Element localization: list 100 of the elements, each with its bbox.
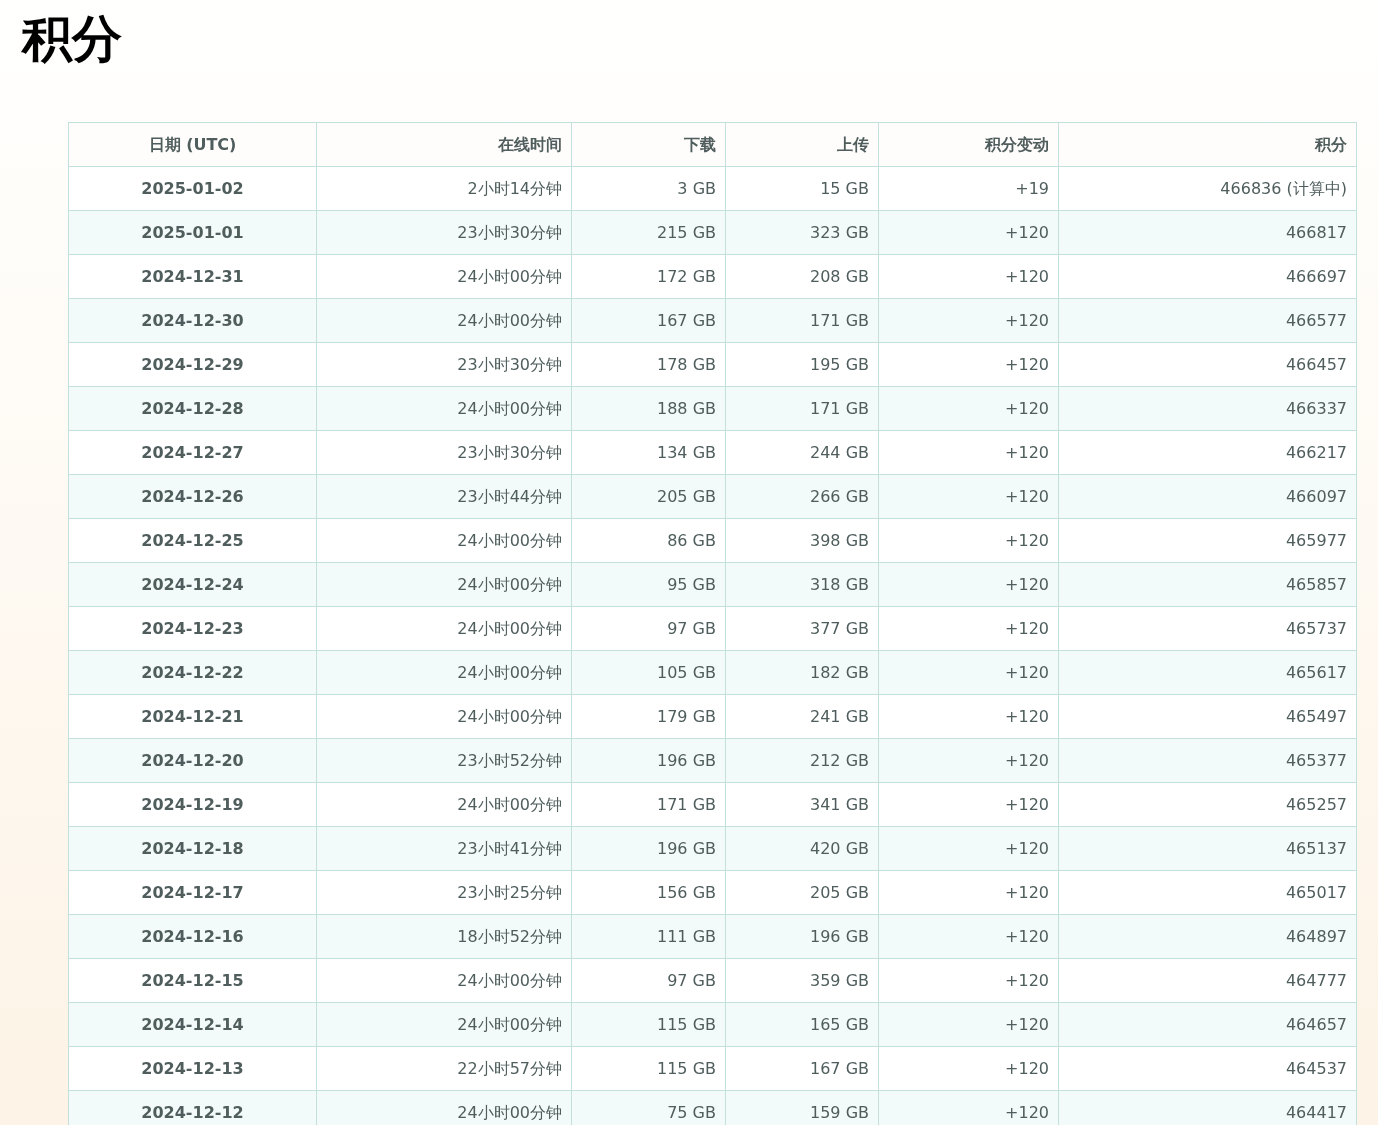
- table-cell: 188 GB: [571, 386, 726, 431]
- table-cell: 167 GB: [725, 1046, 879, 1091]
- table-cell: 23小时52分钟: [316, 738, 572, 783]
- table-cell: 24小时00分钟: [316, 562, 572, 607]
- table-cell: 323 GB: [725, 210, 879, 255]
- table-cell: 2024-12-13: [68, 1046, 317, 1091]
- table-cell: +120: [878, 474, 1059, 519]
- table-cell: 22小时57分钟: [316, 1046, 572, 1091]
- table-cell: +120: [878, 210, 1059, 255]
- table-cell: 318 GB: [725, 562, 879, 607]
- table-cell: 465137: [1058, 826, 1357, 871]
- table-cell: 111 GB: [571, 914, 726, 959]
- table-cell: 465617: [1058, 650, 1357, 695]
- table-cell: 2025-01-01: [68, 210, 317, 255]
- table-cell: 196 GB: [571, 738, 726, 783]
- table-cell: +120: [878, 386, 1059, 431]
- table-cell: 465257: [1058, 782, 1357, 827]
- table-cell: 398 GB: [725, 518, 879, 563]
- column-header: 上传: [725, 122, 879, 167]
- table-cell: 464777: [1058, 958, 1357, 1003]
- table-cell: 266 GB: [725, 474, 879, 519]
- table-cell: 2024-12-31: [68, 254, 317, 299]
- table-cell: 465857: [1058, 562, 1357, 607]
- table-cell: 465737: [1058, 606, 1357, 651]
- table-cell: 24小时00分钟: [316, 694, 572, 739]
- table-cell: +120: [878, 562, 1059, 607]
- table-cell: 97 GB: [571, 958, 726, 1003]
- table-cell: 466697: [1058, 254, 1357, 299]
- table-cell: 24小时00分钟: [316, 650, 572, 695]
- table-cell: 2024-12-19: [68, 782, 317, 827]
- table-cell: +120: [878, 518, 1059, 563]
- table-cell: 466217: [1058, 430, 1357, 475]
- table-cell: +120: [878, 254, 1059, 299]
- table-cell: 24小时00分钟: [316, 518, 572, 563]
- table-cell: 205 GB: [571, 474, 726, 519]
- table-cell: +120: [878, 738, 1059, 783]
- table-cell: 171 GB: [571, 782, 726, 827]
- table-cell: 24小时00分钟: [316, 1002, 572, 1047]
- table-cell: 2024-12-30: [68, 298, 317, 343]
- table-cell: 359 GB: [725, 958, 879, 1003]
- table-cell: 466457: [1058, 342, 1357, 387]
- table-cell: 2024-12-16: [68, 914, 317, 959]
- table-cell: 171 GB: [725, 298, 879, 343]
- table-cell: 205 GB: [725, 870, 879, 915]
- table-cell: 244 GB: [725, 430, 879, 475]
- table-cell: 165 GB: [725, 1002, 879, 1047]
- table-cell: 2024-12-25: [68, 518, 317, 563]
- table-cell: 2024-12-18: [68, 826, 317, 871]
- table-cell: 24小时00分钟: [316, 606, 572, 651]
- table-cell: +120: [878, 298, 1059, 343]
- table-cell: 24小时00分钟: [316, 386, 572, 431]
- table-cell: +120: [878, 958, 1059, 1003]
- table-cell: 24小时00分钟: [316, 958, 572, 1003]
- column-header: 日期 (UTC): [68, 122, 317, 167]
- table-cell: 156 GB: [571, 870, 726, 915]
- table-cell: 2024-12-14: [68, 1002, 317, 1047]
- table-cell: +120: [878, 650, 1059, 695]
- table-cell: 195 GB: [725, 342, 879, 387]
- table-cell: 2024-12-15: [68, 958, 317, 1003]
- table-cell: 465017: [1058, 870, 1357, 915]
- table-cell: 465497: [1058, 694, 1357, 739]
- table-cell: 2024-12-21: [68, 694, 317, 739]
- table-cell: 464537: [1058, 1046, 1357, 1091]
- table-cell: 167 GB: [571, 298, 726, 343]
- table-cell: +120: [878, 342, 1059, 387]
- table-cell: 18小时52分钟: [316, 914, 572, 959]
- table-cell: 196 GB: [725, 914, 879, 959]
- table-cell: 23小时41分钟: [316, 826, 572, 871]
- table-cell: 2小时14分钟: [316, 166, 572, 211]
- table-cell: +120: [878, 1002, 1059, 1047]
- table-cell: 464657: [1058, 1002, 1357, 1047]
- table-cell: 2024-12-27: [68, 430, 317, 475]
- table-cell: 24小时00分钟: [316, 782, 572, 827]
- column-header: 在线时间: [316, 122, 572, 167]
- table-cell: 465977: [1058, 518, 1357, 563]
- table-cell: 466577: [1058, 298, 1357, 343]
- column-header: 下载: [571, 122, 726, 167]
- table-cell: 341 GB: [725, 782, 879, 827]
- table-cell: 24小时00分钟: [316, 254, 572, 299]
- table-cell: 23小时25分钟: [316, 870, 572, 915]
- table-cell: 2025-01-02: [68, 166, 317, 211]
- table-cell: 2024-12-26: [68, 474, 317, 519]
- table-cell: 2024-12-17: [68, 870, 317, 915]
- table-cell: 212 GB: [725, 738, 879, 783]
- table-cell: 23小时30分钟: [316, 342, 572, 387]
- table-cell: 105 GB: [571, 650, 726, 695]
- table-cell: +120: [878, 782, 1059, 827]
- table-cell: 464897: [1058, 914, 1357, 959]
- table-cell: 466817: [1058, 210, 1357, 255]
- table-cell: 241 GB: [725, 694, 879, 739]
- table-cell: 23小时44分钟: [316, 474, 572, 519]
- table-cell: 2024-12-23: [68, 606, 317, 651]
- table-cell: 15 GB: [725, 166, 879, 211]
- table-cell: +120: [878, 914, 1059, 959]
- table-cell: +120: [878, 870, 1059, 915]
- table-cell: +120: [878, 606, 1059, 651]
- table-cell: 178 GB: [571, 342, 726, 387]
- table-cell: 466337: [1058, 386, 1357, 431]
- table-cell: 134 GB: [571, 430, 726, 475]
- table-cell: 2024-12-28: [68, 386, 317, 431]
